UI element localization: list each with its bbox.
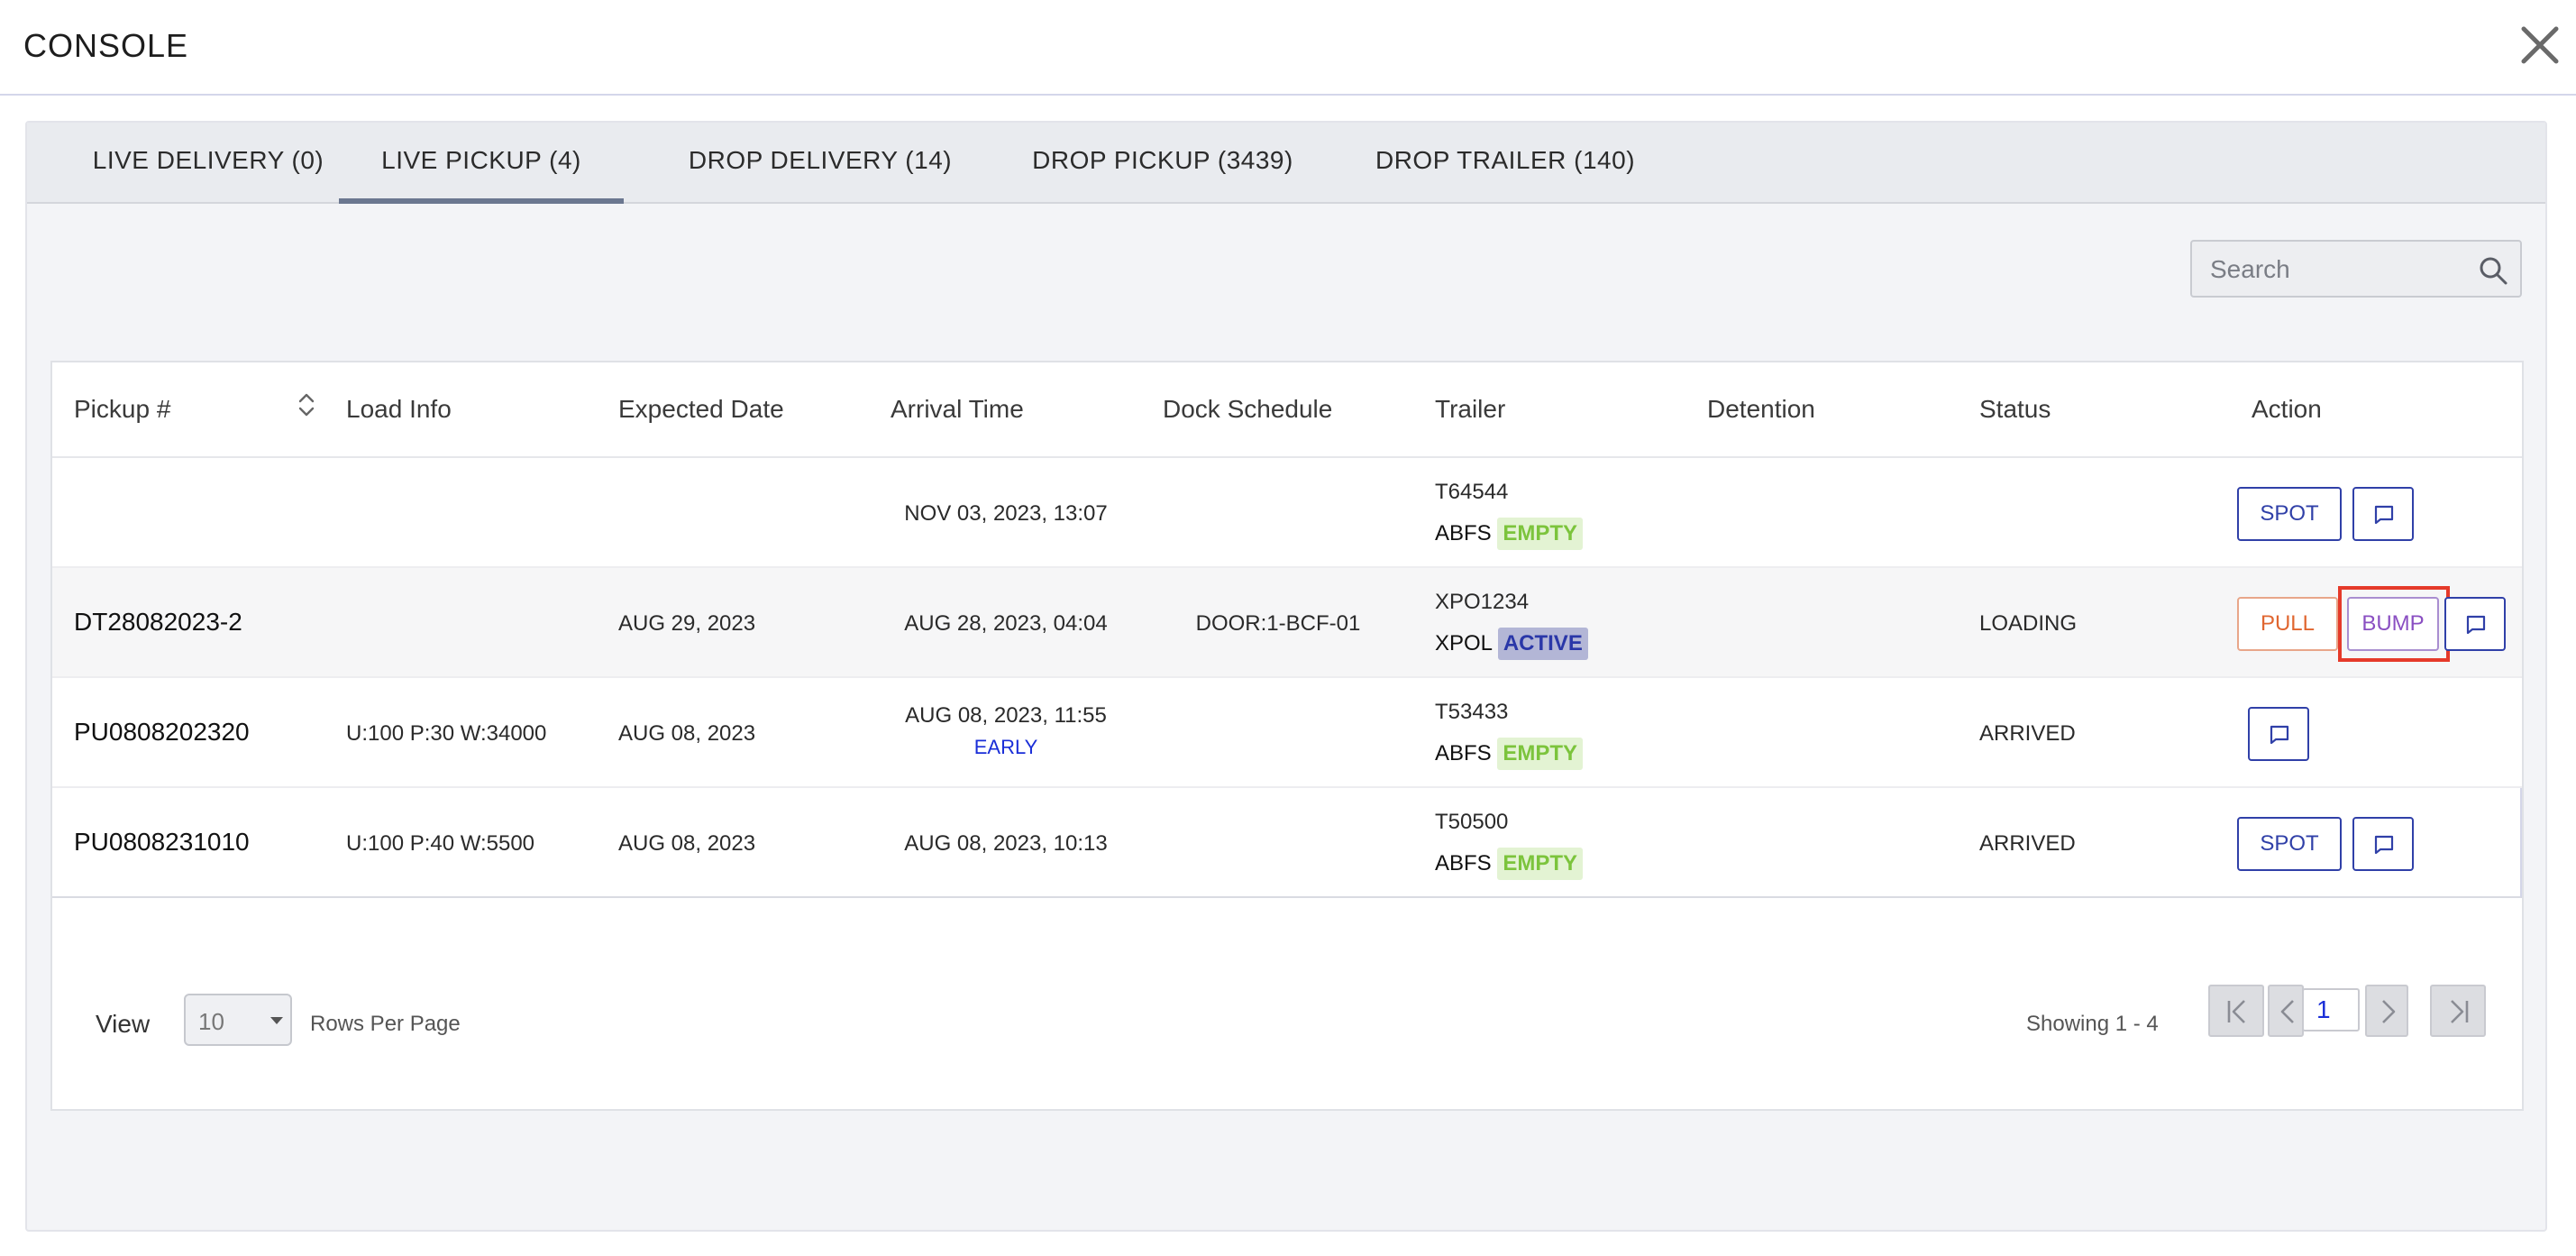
status-text: LOADING xyxy=(1979,611,2078,636)
trailer-number: XPO1234 xyxy=(1435,590,1530,614)
sort-icon[interactable] xyxy=(296,391,317,418)
search-box xyxy=(2190,240,2522,298)
pickup-number: PU0808202320 xyxy=(74,718,250,746)
expected-date: AUG 08, 2023 xyxy=(618,831,756,856)
showing-count: Showing 1 - 4 xyxy=(2026,1012,2159,1036)
column-header-detention: Detention xyxy=(1707,395,1815,423)
carrier-code: ABFS EMPTY xyxy=(1435,518,1584,550)
carrier-name: ABFS xyxy=(1435,851,1492,876)
search-input[interactable] xyxy=(2210,252,2471,287)
arrival-time: AUG 08, 2023, 11:55 xyxy=(905,703,1107,728)
trailer-number: T64544 xyxy=(1435,480,1509,504)
trailer-state-badge: EMPTY xyxy=(1497,848,1584,880)
page-title: CONSOLE xyxy=(23,27,189,64)
rows-per-page-select[interactable]: 10 xyxy=(184,994,292,1046)
carrier-code: ABFS EMPTY xyxy=(1435,848,1584,880)
tab-bar: LIVE DELIVERY (0) LIVE PICKUP (4) DROP D… xyxy=(27,123,2545,204)
last-page-icon xyxy=(2451,1000,2469,1023)
dock-schedule: DOOR:1-BCF-01 xyxy=(1195,611,1361,636)
message-icon xyxy=(2270,725,2289,745)
column-header-status: Status xyxy=(1979,395,2051,423)
table-row[interactable]: DT28082023-2 AUG 29, 2023 AUG 28, 2023, … xyxy=(52,568,2522,678)
status-text: ARRIVED xyxy=(1979,721,2076,746)
expected-date: AUG 29, 2023 xyxy=(618,611,756,636)
load-info: U:100 P:40 W:5500 xyxy=(346,831,535,856)
column-header-dock-schedule: Dock Schedule xyxy=(1163,395,1333,423)
previous-page-button[interactable] xyxy=(2268,985,2304,1037)
pickup-table: Pickup # Load Info Expected Date Arrival… xyxy=(50,361,2524,1111)
first-page-button[interactable] xyxy=(2208,985,2264,1037)
tab-drop-trailer[interactable]: DROP TRAILER (140) xyxy=(1334,123,1676,204)
column-header-pickup[interactable]: Pickup # xyxy=(74,395,170,424)
column-header-load-info: Load Info xyxy=(346,395,452,423)
load-info: U:100 P:30 W:34000 xyxy=(346,721,547,746)
pull-button[interactable]: PULL xyxy=(2237,597,2338,651)
trailer-number: T53433 xyxy=(1435,700,1509,724)
carrier-name: XPOL xyxy=(1435,631,1493,656)
column-header-action: Action xyxy=(2252,395,2322,423)
chevron-right-icon xyxy=(2382,1000,2396,1023)
arrival-time: NOV 03, 2023, 13:07 xyxy=(904,501,1108,526)
message-button[interactable] xyxy=(2352,487,2414,541)
carrier-name: ABFS xyxy=(1435,521,1492,545)
message-button[interactable] xyxy=(2444,597,2506,651)
column-header-trailer: Trailer xyxy=(1435,395,1506,423)
column-header-expected-date: Expected Date xyxy=(618,395,784,423)
trailer-state-badge: EMPTY xyxy=(1497,518,1584,550)
trailer-number: T50500 xyxy=(1435,810,1509,834)
last-page-button[interactable] xyxy=(2430,985,2486,1037)
carrier-code: ABFS EMPTY xyxy=(1435,738,1584,770)
arrival-time: AUG 28, 2023, 04:04 xyxy=(904,611,1108,636)
message-button[interactable] xyxy=(2248,707,2309,761)
message-icon xyxy=(2374,835,2394,855)
status-text: ARRIVED xyxy=(1979,831,2076,856)
console-panel: LIVE DELIVERY (0) LIVE PICKUP (4) DROP D… xyxy=(25,121,2547,1232)
column-header-arrival-time: Arrival Time xyxy=(891,395,1024,423)
next-page-button[interactable] xyxy=(2365,985,2408,1037)
search-icon[interactable] xyxy=(2477,254,2509,287)
trailer-state-badge: ACTIVE xyxy=(1497,628,1588,660)
spot-button[interactable]: SPOT xyxy=(2237,487,2342,541)
chevron-left-icon xyxy=(2280,1000,2294,1023)
carrier-code: XPOL ACTIVE xyxy=(1435,628,1588,660)
table-row[interactable]: NOV 03, 2023, 13:07 T64544 ABFS EMPTY SP… xyxy=(52,458,2522,568)
rows-per-page-label: Rows Per Page xyxy=(310,1012,461,1036)
tab-live-pickup[interactable]: LIVE PICKUP (4) xyxy=(339,123,624,204)
spot-button[interactable]: SPOT xyxy=(2237,817,2342,871)
bump-button[interactable]: BUMP xyxy=(2347,597,2439,651)
tab-drop-pickup[interactable]: DROP PICKUP (3439) xyxy=(991,123,1334,204)
tab-drop-delivery[interactable]: DROP DELIVERY (14) xyxy=(649,123,991,204)
pickup-number: PU0808231010 xyxy=(74,828,250,856)
message-button[interactable] xyxy=(2352,817,2414,871)
close-icon[interactable] xyxy=(2515,20,2565,70)
view-label: View xyxy=(96,1010,151,1038)
pickup-number: DT28082023-2 xyxy=(74,608,242,636)
arrival-time: AUG 08, 2023, 10:13 xyxy=(904,831,1108,856)
message-icon xyxy=(2374,505,2394,525)
console-header: CONSOLE xyxy=(0,0,2576,96)
table-row[interactable]: PU0808202320 U:100 P:30 W:34000 AUG 08, … xyxy=(52,678,2522,788)
expected-date: AUG 08, 2023 xyxy=(618,721,756,746)
arrival-note: EARLY xyxy=(973,736,1038,758)
first-page-icon xyxy=(2227,1000,2245,1023)
caret-down-icon xyxy=(270,1017,283,1024)
rows-per-page-value: 10 xyxy=(198,1008,224,1035)
tab-live-delivery[interactable]: LIVE DELIVERY (0) xyxy=(45,123,371,204)
page-number-input[interactable] xyxy=(2302,988,2360,1031)
trailer-state-badge: EMPTY xyxy=(1497,738,1584,770)
table-header: Pickup # Load Info Expected Date Arrival… xyxy=(52,362,2522,458)
carrier-name: ABFS xyxy=(1435,741,1492,766)
table-row[interactable]: PU0808231010 U:100 P:40 W:5500 AUG 08, 2… xyxy=(52,788,2522,898)
message-icon xyxy=(2466,615,2486,635)
